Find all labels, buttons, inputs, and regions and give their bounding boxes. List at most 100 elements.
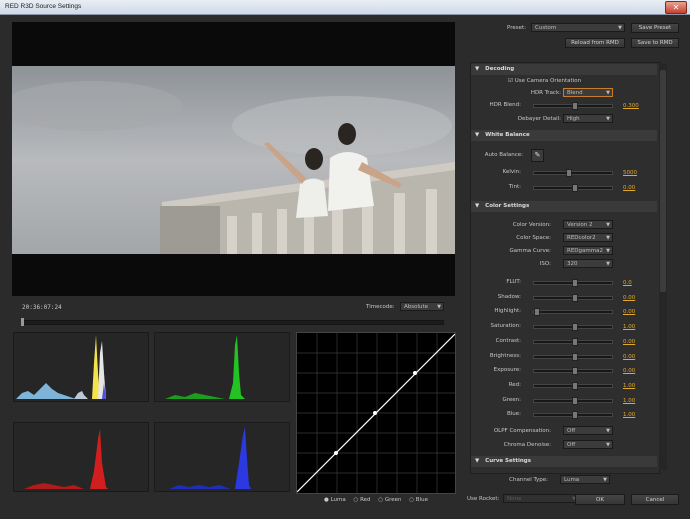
- color-space-label: Color Space:: [516, 235, 551, 241]
- green-row: Green: 1.00: [471, 395, 657, 409]
- section-white-balance[interactable]: ▼ White Balance: [471, 130, 657, 141]
- chevron-down-icon: ▼: [603, 477, 607, 483]
- preset-value: Custom: [535, 25, 557, 31]
- save-preset-button[interactable]: Save Preset: [631, 23, 679, 33]
- reload-from-rmd-button[interactable]: Reload from RMD: [565, 38, 625, 48]
- auto-balance-label: Auto Balance:: [484, 152, 523, 158]
- save-to-rmd-button[interactable]: Save to RMD: [631, 38, 679, 48]
- hdr-track-dropdown[interactable]: Blend ▼: [563, 88, 613, 97]
- slider-knob[interactable]: [534, 308, 540, 317]
- brightness-slider[interactable]: [533, 352, 613, 361]
- timeline-scrubber[interactable]: [21, 318, 444, 326]
- debayer-label: Debayer Detail:: [517, 116, 561, 122]
- use-rocket-label: Use Rocket:: [467, 496, 500, 502]
- green-gain-value[interactable]: 1.00: [623, 398, 635, 404]
- slider-knob[interactable]: [572, 102, 578, 110]
- chroma-denoise-label: Chroma Denoise:: [503, 442, 551, 448]
- olpf-label: OLPF Compensation:: [493, 428, 551, 434]
- slider-knob[interactable]: [572, 279, 578, 287]
- ok-button[interactable]: OK: [575, 494, 625, 505]
- brightness-value[interactable]: 0.00: [623, 354, 635, 360]
- video-frame-image: [12, 66, 455, 254]
- slider-knob[interactable]: [572, 411, 578, 420]
- section-decoding[interactable]: ▼ Decoding: [471, 64, 657, 75]
- channel-type-label: Channel Type:: [509, 477, 548, 483]
- video-viewer: [12, 22, 455, 296]
- flut-slider[interactable]: [533, 279, 613, 287]
- blue-gain-slider[interactable]: [533, 411, 613, 420]
- green-gain-label: Green:: [502, 396, 521, 403]
- highlight-slider[interactable]: [533, 308, 613, 317]
- timecode-display: 20:36:07:24: [22, 304, 62, 311]
- flut-value[interactable]: 0.0: [623, 280, 632, 286]
- color-space-dropdown[interactable]: REDcolor2 ▼: [563, 233, 613, 242]
- iso-dropdown[interactable]: 320 ▼: [563, 259, 613, 268]
- use-rocket-dropdown[interactable]: None▼: [503, 494, 579, 503]
- slider-knob[interactable]: [572, 184, 578, 192]
- highlight-value[interactable]: 0.00: [623, 309, 635, 315]
- kelvin-slider[interactable]: [533, 169, 613, 177]
- red-gain-slider[interactable]: [533, 381, 613, 390]
- exposure-value[interactable]: 0.00: [623, 368, 635, 374]
- tint-label: Tint:: [508, 184, 521, 190]
- saturation-value[interactable]: 1.00: [623, 324, 635, 330]
- gamma-curve-dropdown[interactable]: REDgamma2 ▼: [563, 246, 613, 255]
- window-title: RED R3D Source Settings: [5, 3, 82, 10]
- hdr-blend-value[interactable]: 0.300: [623, 103, 639, 109]
- tint-slider[interactable]: [533, 184, 613, 192]
- tint-value[interactable]: 0.00: [623, 185, 635, 191]
- scrollbar-thumb[interactable]: [660, 70, 666, 292]
- shadow-label: Shadow:: [497, 293, 521, 300]
- slider-knob[interactable]: [572, 337, 578, 346]
- channel-type-dropdown[interactable]: Luma ▼: [560, 475, 610, 484]
- green-gain-slider[interactable]: [533, 396, 613, 405]
- use-camera-orientation-label: Use Camera Orientation: [514, 78, 582, 84]
- exposure-slider[interactable]: [533, 367, 613, 376]
- exposure-row: Exposure: 0.00: [471, 365, 657, 379]
- contrast-value[interactable]: 0.00: [623, 339, 635, 345]
- shadow-value[interactable]: 0.00: [623, 295, 635, 301]
- chevron-down-icon: ▼: [606, 235, 610, 241]
- eyedropper-icon[interactable]: ✎: [531, 149, 544, 162]
- slider-knob[interactable]: [566, 169, 572, 177]
- color-version-label: Color Version:: [512, 222, 551, 228]
- shadow-row: Shadow: 0.00: [471, 292, 657, 306]
- playhead-handle[interactable]: [21, 318, 24, 326]
- section-curve-settings[interactable]: ▼ Curve Settings: [471, 456, 657, 467]
- color-space-value: REDcolor2: [567, 235, 596, 241]
- use-camera-orientation-checkbox[interactable]: ☑: [508, 78, 513, 84]
- use-camera-orientation-row: ☑ Use Camera Orientation: [508, 78, 581, 84]
- preset-dropdown[interactable]: Custom ▼: [531, 23, 625, 32]
- saturation-slider[interactable]: [533, 323, 613, 332]
- section-color-settings[interactable]: ▼ Color Settings: [471, 201, 657, 212]
- olpf-value: Off: [567, 428, 576, 434]
- hdr-blend-slider[interactable]: [533, 102, 613, 110]
- olpf-dropdown[interactable]: Off ▼: [563, 426, 613, 435]
- red-gain-label: Red:: [508, 381, 521, 388]
- contrast-slider[interactable]: [533, 337, 613, 346]
- red-gain-value[interactable]: 1.00: [623, 383, 635, 389]
- color-version-dropdown[interactable]: Version 2 ▼: [563, 220, 613, 229]
- shadow-slider[interactable]: [533, 293, 613, 302]
- slider-knob[interactable]: [572, 396, 578, 405]
- slider-knob[interactable]: [572, 367, 578, 376]
- close-button[interactable]: ✕: [665, 1, 687, 14]
- chevron-down-icon: ▼: [606, 428, 610, 434]
- saturation-label: Saturation:: [490, 323, 521, 330]
- slider-knob[interactable]: [572, 323, 578, 332]
- channel-type-value: Luma: [564, 477, 580, 483]
- debayer-dropdown[interactable]: High ▼: [563, 114, 613, 123]
- highlight-label: Highlight:: [494, 308, 521, 315]
- slider-knob[interactable]: [572, 352, 578, 361]
- blue-gain-value[interactable]: 1.00: [623, 412, 635, 418]
- hdr-track-value: Blend: [567, 90, 583, 96]
- collapse-triangle-icon: ▼: [475, 132, 480, 138]
- red-row: Red: 1.00: [471, 380, 657, 394]
- slider-knob[interactable]: [572, 381, 578, 390]
- slider-knob[interactable]: [572, 293, 578, 302]
- kelvin-value[interactable]: 5000: [623, 170, 637, 176]
- cancel-button[interactable]: Cancel: [631, 494, 679, 505]
- blue-row: Blue: 1.00: [471, 409, 657, 423]
- histogram-green: [154, 332, 290, 402]
- chroma-denoise-dropdown[interactable]: Off ▼: [563, 440, 613, 449]
